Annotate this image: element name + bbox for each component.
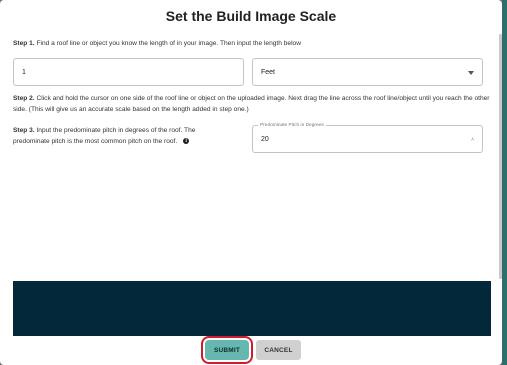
unit-select-value: Feet bbox=[261, 69, 276, 76]
background-edge bbox=[502, 0, 507, 365]
pitch-input-value: 20 bbox=[261, 136, 269, 143]
step2-text: Click and hold the cursor on one side of… bbox=[13, 95, 490, 113]
step1-text: Find a roof line or object you know the … bbox=[34, 40, 301, 47]
image-canvas[interactable] bbox=[13, 281, 491, 336]
scale-dialog: Set the Build Image Scale Step 1. Find a… bbox=[0, 0, 502, 365]
spinner-up-icon[interactable]: ˄ bbox=[471, 137, 474, 143]
step1-label: Step 1. bbox=[13, 40, 35, 47]
pitch-field-label: Predominate Pitch in Degrees bbox=[258, 122, 326, 129]
dialog-title: Set the Build Image Scale bbox=[165, 8, 337, 24]
pitch-input[interactable]: Predominate Pitch in Degrees 20 ˄ bbox=[252, 122, 483, 153]
step3-instructions: Step 3. Input the predominate pitch in d… bbox=[13, 126, 233, 147]
unit-select[interactable]: Feet bbox=[252, 58, 483, 86]
length-input[interactable]: 1 bbox=[13, 58, 244, 86]
step3-label: Step 3. bbox=[13, 127, 35, 134]
step2-instructions: Step 2. Click and hold the cursor on one… bbox=[13, 94, 493, 115]
length-input-value: 1 bbox=[22, 69, 26, 76]
step3-text: Input the predominate pitch in degrees o… bbox=[13, 127, 196, 145]
info-icon[interactable]: i bbox=[183, 137, 190, 144]
step1-instructions: Step 1. Find a roof line or object you k… bbox=[13, 39, 493, 50]
cancel-button[interactable]: CANCEL bbox=[256, 340, 301, 360]
submit-button[interactable]: SUBMIT bbox=[205, 340, 249, 360]
step2-label: Step 2. bbox=[13, 95, 35, 102]
chevron-down-icon bbox=[468, 71, 474, 75]
